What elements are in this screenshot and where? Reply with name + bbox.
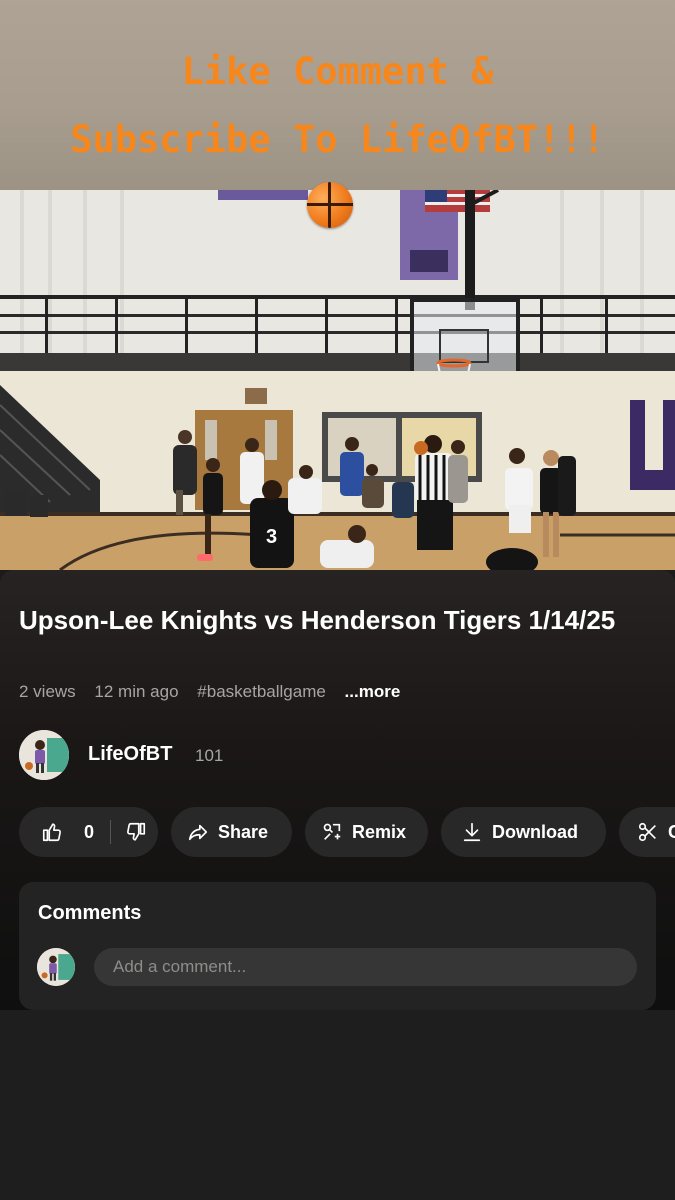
subscriber-count: 101 bbox=[195, 746, 224, 765]
video-player[interactable]: 3 bbox=[0, 190, 675, 570]
user-avatar bbox=[37, 948, 75, 986]
video-title[interactable]: Upson-Lee Knights vs Henderson Tigers 1/… bbox=[19, 604, 639, 637]
share-label: Share bbox=[218, 821, 269, 842]
thumbs-up-icon[interactable] bbox=[41, 821, 63, 843]
comments-card[interactable]: Comments Add a comment... bbox=[19, 882, 656, 1010]
like-dislike-group: 0 bbox=[19, 807, 158, 857]
basketball-icon bbox=[307, 182, 353, 228]
more-link[interactable]: ...more bbox=[345, 682, 401, 701]
remix-label: Remix bbox=[352, 821, 407, 842]
share-icon bbox=[187, 821, 209, 843]
upload-time: 12 min ago bbox=[94, 682, 179, 701]
clip-button[interactable]: C bbox=[619, 807, 675, 857]
remix-icon bbox=[321, 821, 343, 843]
promo-banner: Like Comment & Subscribe To LifeOfBT!!! bbox=[0, 0, 675, 190]
channel-name[interactable]: LifeOfBT bbox=[88, 743, 172, 766]
video-frame-scene: 3 bbox=[0, 190, 675, 570]
clip-label: C bbox=[668, 821, 675, 842]
scissors-icon bbox=[637, 821, 659, 843]
avatar-image bbox=[19, 730, 69, 780]
download-icon bbox=[461, 821, 483, 843]
add-comment-input[interactable]: Add a comment... bbox=[94, 948, 637, 986]
download-button[interactable]: Download bbox=[441, 807, 606, 857]
thumbs-down-icon[interactable] bbox=[125, 821, 147, 843]
banner-line-1: Like Comment & bbox=[181, 50, 494, 93]
like-divider bbox=[110, 820, 112, 844]
comments-title: Comments bbox=[38, 902, 142, 924]
channel-avatar[interactable] bbox=[19, 730, 69, 780]
video-meta[interactable]: 2 views 12 min ago #basketballgame ...mo… bbox=[19, 682, 414, 702]
view-count: 2 views bbox=[19, 682, 76, 701]
banner-line-2: Subscribe To LifeOfBT!!! bbox=[70, 118, 605, 161]
bottom-area bbox=[0, 1010, 675, 1200]
jersey-number-3: 3 bbox=[266, 526, 277, 548]
hashtag-link[interactable]: #basketballgame bbox=[197, 682, 326, 701]
share-button[interactable]: Share bbox=[171, 807, 292, 857]
remix-button[interactable]: Remix bbox=[305, 807, 428, 857]
download-label: Download bbox=[492, 821, 578, 842]
like-count: 0 bbox=[84, 821, 95, 842]
user-avatar-image bbox=[37, 948, 75, 986]
